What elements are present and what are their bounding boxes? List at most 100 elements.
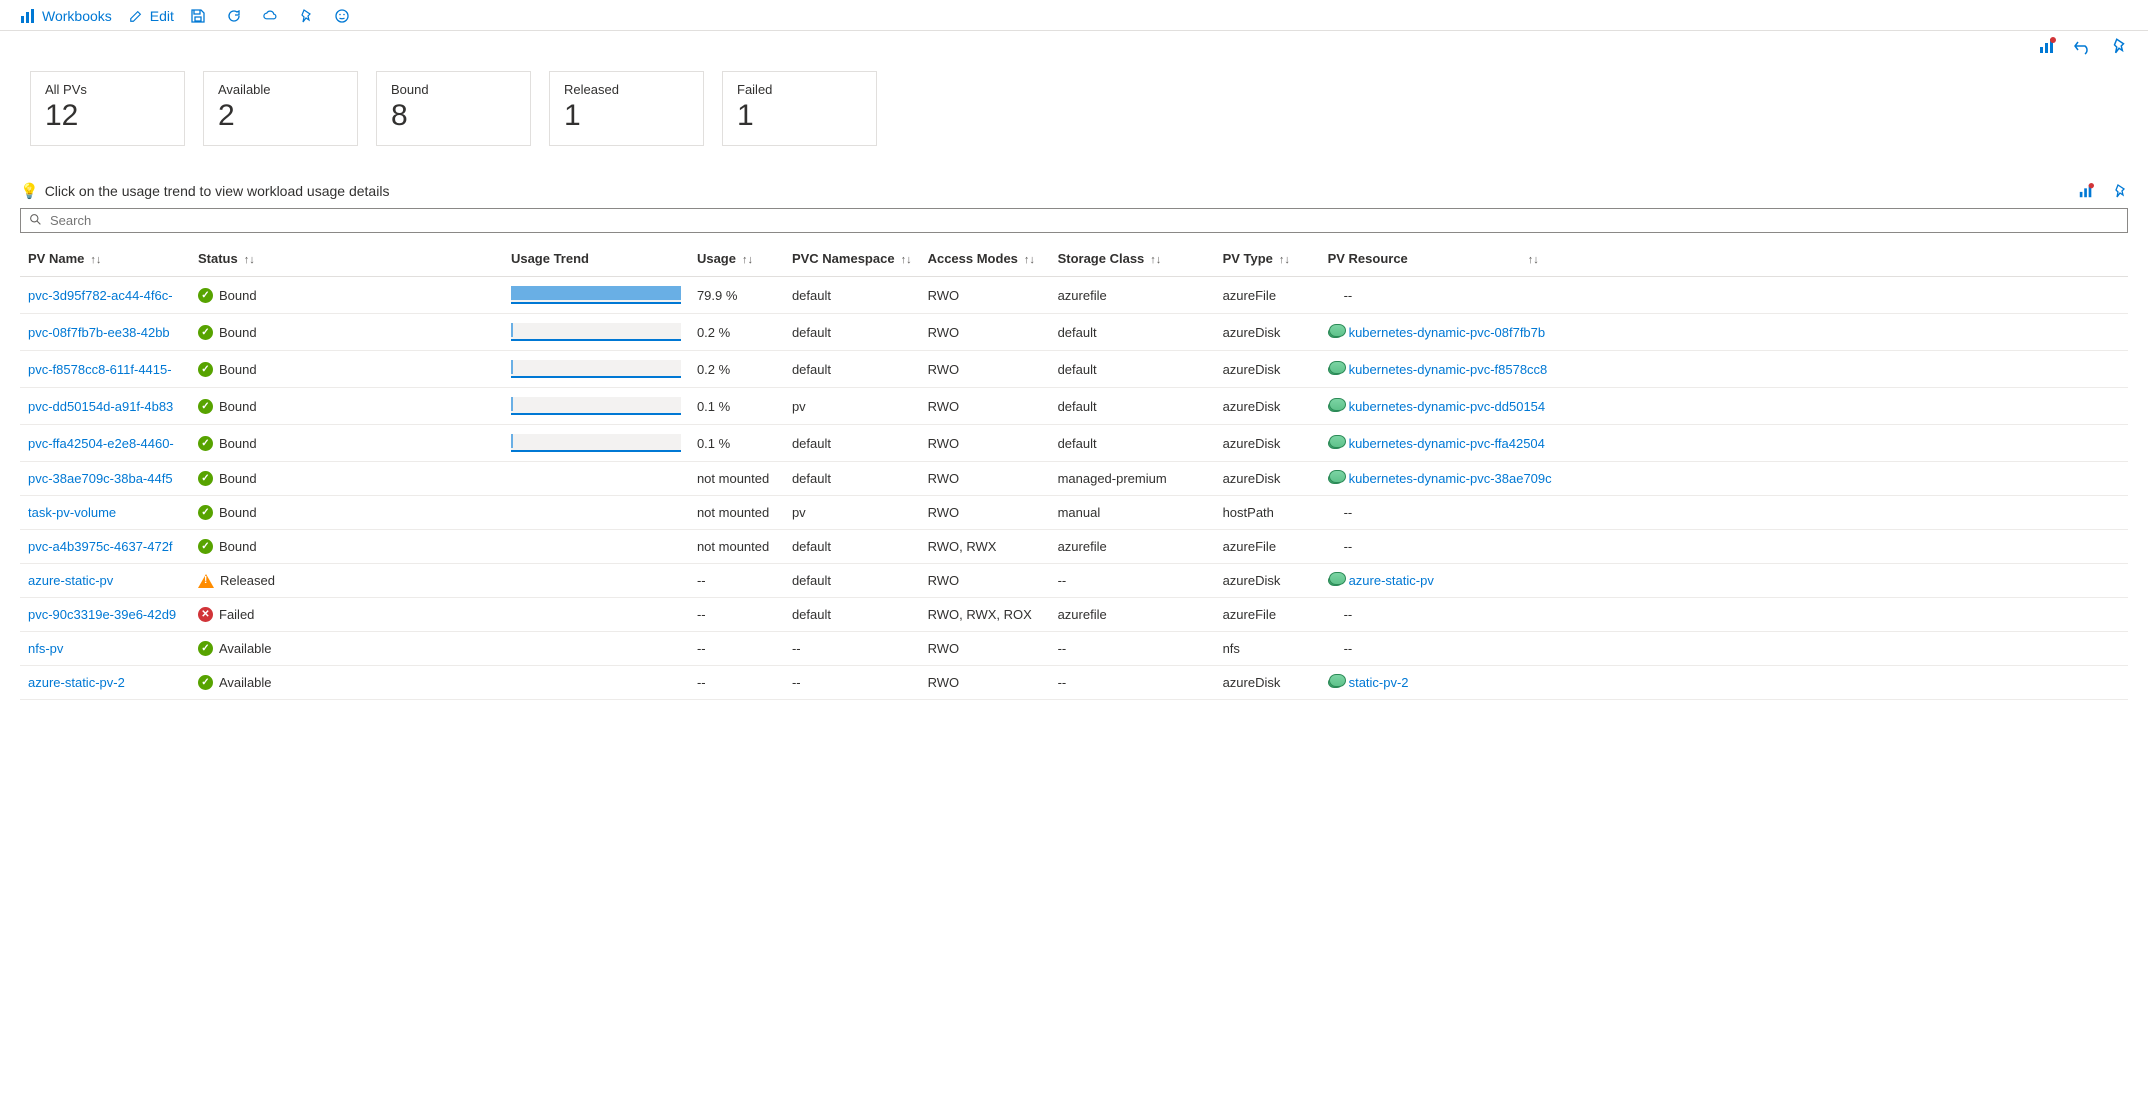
status-cell: Released — [198, 573, 495, 588]
card-all-pvs[interactable]: All PVs 12 — [30, 71, 185, 146]
pv-name-link[interactable]: pvc-38ae709c-38ba-44f5 — [28, 471, 173, 486]
pv-name-link[interactable]: pvc-a4b3975c-4637-472f — [28, 539, 173, 554]
usage-trend-bar[interactable] — [511, 397, 681, 415]
refresh-icon[interactable] — [226, 8, 242, 24]
status-cell: ✕Failed — [198, 607, 495, 622]
storage-class-value: default — [1050, 314, 1215, 351]
pv-name-link[interactable]: pvc-ffa42504-e2e8-4460- — [28, 436, 174, 451]
pv-resource-cell: kubernetes-dynamic-pvc-dd50154 — [1328, 399, 2120, 414]
sort-icon: ↑↓ — [1024, 254, 1035, 266]
pv-name-link[interactable]: pvc-f8578cc8-611f-4415- — [28, 362, 172, 377]
pvc-namespace-value: default — [784, 277, 920, 314]
table-row: pvc-f8578cc8-611f-4415-✓Bound0.2 %defaul… — [20, 351, 2128, 388]
usage-trend-bar[interactable] — [511, 360, 681, 378]
pv-resource-link[interactable]: kubernetes-dynamic-pvc-08f7fb7b — [1349, 325, 1546, 340]
card-label: Failed — [737, 82, 862, 97]
usage-value: not mounted — [689, 462, 784, 496]
col-pv-resource[interactable]: PV Resource↑↓ — [1320, 241, 2128, 277]
pv-name-link[interactable]: pvc-90c3319e-39e6-42d9 — [28, 607, 176, 622]
pv-name-link[interactable]: pvc-dd50154d-a91f-4b83 — [28, 399, 173, 414]
col-access-modes[interactable]: Access Modes↑↓ — [920, 241, 1050, 277]
status-cell: ✓Bound — [198, 399, 495, 414]
table-row: pvc-ffa42504-e2e8-4460-✓Bound0.1 %defaul… — [20, 425, 2128, 462]
search-input[interactable] — [48, 212, 2119, 229]
pv-resource-link[interactable]: azure-static-pv — [1349, 573, 1434, 588]
search-box[interactable] — [20, 208, 2128, 233]
col-pvc-namespace[interactable]: PVC Namespace↑↓ — [784, 241, 920, 277]
col-storage-class[interactable]: Storage Class↑↓ — [1050, 241, 1215, 277]
pv-name-link[interactable]: task-pv-volume — [28, 505, 116, 520]
usage-value: -- — [689, 564, 784, 598]
col-usage-trend[interactable]: Usage Trend — [503, 241, 689, 277]
usage-value: not mounted — [689, 496, 784, 530]
pv-resource-cell: kubernetes-dynamic-pvc-f8578cc8 — [1328, 362, 2120, 377]
check-circle-icon: ✓ — [198, 675, 213, 690]
pin-icon[interactable] — [298, 8, 314, 24]
pv-resource-link[interactable]: kubernetes-dynamic-pvc-f8578cc8 — [1349, 362, 1548, 377]
pv-resource-link[interactable]: kubernetes-dynamic-pvc-38ae709c — [1349, 471, 1552, 486]
smiley-icon[interactable] — [334, 8, 350, 24]
col-pv-type[interactable]: PV Type↑↓ — [1215, 241, 1320, 277]
check-circle-icon: ✓ — [198, 436, 213, 451]
data-icon[interactable] — [2078, 183, 2094, 199]
lightbulb-icon: 💡 — [20, 182, 39, 200]
table-row: nfs-pv✓Available----RWO--nfs-- — [20, 632, 2128, 666]
status-text: Bound — [219, 539, 257, 554]
summary-cards: All PVs 12 Available 2 Bound 8 Released … — [0, 55, 2148, 158]
access-modes-value: RWO, RWX, ROX — [920, 598, 1050, 632]
usage-trend-bar[interactable] — [511, 323, 681, 341]
pv-name-link[interactable]: pvc-3d95f782-ac44-4f6c- — [28, 288, 173, 303]
workbooks-button[interactable]: Workbooks — [20, 8, 112, 24]
disk-icon — [1328, 438, 1343, 449]
pv-name-link[interactable]: azure-static-pv-2 — [28, 675, 125, 690]
check-circle-icon: ✓ — [198, 641, 213, 656]
pv-name-link[interactable]: azure-static-pv — [28, 573, 113, 588]
access-modes-value: RWO — [920, 388, 1050, 425]
card-failed[interactable]: Failed 1 — [722, 71, 877, 146]
data-icon[interactable] — [2038, 37, 2056, 55]
check-circle-icon: ✓ — [198, 471, 213, 486]
card-value: 2 — [218, 99, 343, 133]
card-available[interactable]: Available 2 — [203, 71, 358, 146]
status-cell: ✓ Available — [198, 641, 495, 656]
table-row: pvc-38ae709c-38ba-44f5✓Boundnot mountedd… — [20, 462, 2128, 496]
check-circle-icon: ✓ — [198, 288, 213, 303]
check-circle-icon: ✓ — [198, 362, 213, 377]
pv-resource-link[interactable]: kubernetes-dynamic-pvc-dd50154 — [1349, 399, 1546, 414]
edit-button[interactable]: Edit — [128, 8, 174, 24]
card-released[interactable]: Released 1 — [549, 71, 704, 146]
disk-icon — [1328, 364, 1343, 375]
pin-icon[interactable] — [2112, 183, 2128, 199]
disk-icon — [1328, 575, 1343, 586]
access-modes-value: RWO — [920, 314, 1050, 351]
storage-class-value: manual — [1050, 496, 1215, 530]
access-modes-value: RWO — [920, 462, 1050, 496]
pv-resource-value: -- — [1320, 598, 2128, 632]
pv-name-link[interactable]: pvc-08f7fb7b-ee38-42bb — [28, 325, 170, 340]
card-bound[interactable]: Bound 8 — [376, 71, 531, 146]
storage-class-value: default — [1050, 425, 1215, 462]
pin-icon[interactable] — [2110, 37, 2128, 55]
pv-resource-link[interactable]: static-pv-2 — [1349, 675, 1409, 690]
pv-resource-link[interactable]: kubernetes-dynamic-pvc-ffa42504 — [1349, 436, 1545, 451]
status-text: Bound — [219, 505, 257, 520]
status-text: Available — [219, 641, 272, 656]
pv-name-link[interactable]: nfs-pv — [28, 641, 63, 656]
undo-icon[interactable] — [2074, 37, 2092, 55]
pv-resource-cell: kubernetes-dynamic-pvc-08f7fb7b — [1328, 325, 2120, 340]
storage-class-value: -- — [1050, 666, 1215, 700]
col-pv-name[interactable]: PV Name↑↓ — [20, 241, 190, 277]
cloud-icon[interactable] — [262, 8, 278, 24]
col-usage[interactable]: Usage↑↓ — [689, 241, 784, 277]
save-icon[interactable] — [190, 8, 206, 24]
col-status[interactable]: Status↑↓ — [190, 241, 503, 277]
usage-trend-bar[interactable] — [511, 434, 681, 452]
pv-resource-cell: kubernetes-dynamic-pvc-ffa42504 — [1328, 436, 2120, 451]
card-label: Available — [218, 82, 343, 97]
hint-text: Click on the usage trend to view workloa… — [45, 183, 390, 199]
usage-trend-bar[interactable] — [511, 286, 681, 304]
status-cell: ✓Bound — [198, 505, 495, 520]
access-modes-value: RWO — [920, 496, 1050, 530]
status-cell: ✓Bound — [198, 362, 495, 377]
pvc-namespace-value: default — [784, 530, 920, 564]
